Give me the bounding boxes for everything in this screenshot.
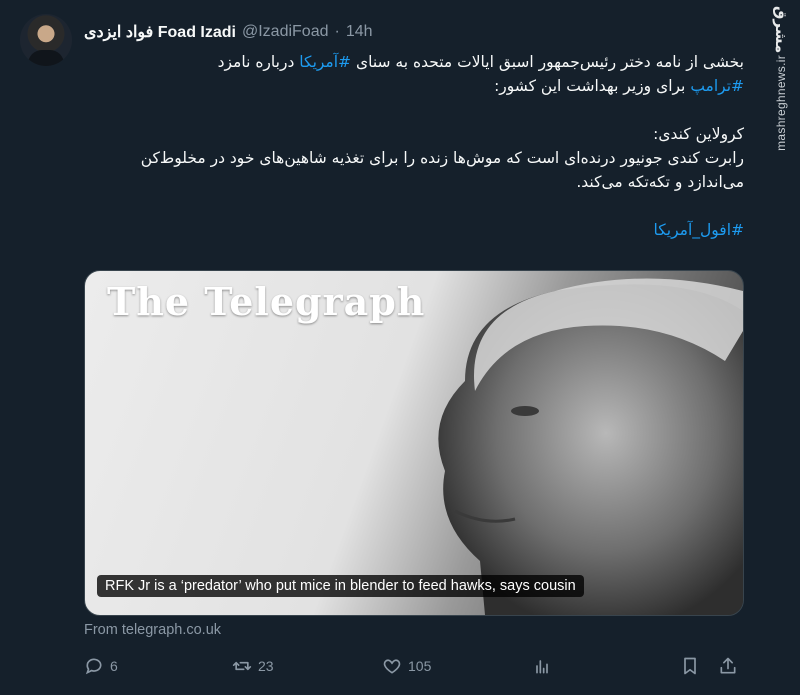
author-handle[interactable]: @IzadiFoad: [242, 23, 329, 41]
bookmark-button[interactable]: [680, 656, 700, 676]
hashtag-trump[interactable]: #ترامپ: [690, 77, 744, 95]
hashtag-decline[interactable]: #افول_آمریکا: [654, 221, 744, 239]
author-name[interactable]: فواد ایزدی Foad Izadi: [84, 22, 236, 42]
bookmark-icon: [684, 657, 696, 675]
views-icon: [536, 660, 548, 674]
tweet-header: فواد ایزدی Foad Izadi @IzadiFoad · 14h: [84, 20, 373, 44]
watermark: مشرق mashreghnews.ir: [764, 6, 798, 186]
separator-dot: ·: [334, 23, 340, 40]
reply-icon: [85, 658, 102, 675]
watermark-logo: مشرق: [772, 6, 790, 54]
views-button[interactable]: [532, 656, 552, 676]
tweet-line-1: بخشی از نامه دختر رئیس‌جمهور اسبق ایالات…: [217, 53, 744, 71]
reply-button[interactable]: 6: [84, 656, 118, 676]
like-count: 105: [408, 658, 432, 674]
link-source[interactable]: From telegraph.co.uk: [84, 622, 221, 638]
tweet-time[interactable]: 14h: [346, 23, 373, 41]
action-bar: 6 23 105: [84, 656, 744, 682]
quote-body: رابرت کندی جونیور درنده‌ای است که موش‌ها…: [140, 149, 744, 191]
retweet-icon: [232, 661, 252, 671]
tweet-line-2: #ترامپ برای وزیر بهداشت این کشور:: [494, 77, 744, 95]
retweet-count: 23: [258, 658, 274, 674]
like-button[interactable]: 105: [382, 656, 431, 676]
telegraph-masthead: The Telegraph: [107, 279, 426, 324]
article-headline[interactable]: RFK Jr is a ‘predator’ who put mice in b…: [97, 575, 584, 597]
link-card[interactable]: The Telegraph RFK Jr is a ‘predator’ who…: [84, 270, 744, 616]
share-button[interactable]: [718, 656, 738, 676]
share-icon: [720, 657, 736, 674]
watermark-site: mashreghnews.ir: [774, 55, 788, 152]
retweet-button[interactable]: 23: [232, 656, 274, 676]
tweet-text: بخشی از نامه دختر رئیس‌جمهور اسبق ایالات…: [84, 50, 744, 242]
reply-count: 6: [110, 658, 118, 674]
avatar[interactable]: [20, 14, 72, 66]
heart-icon: [383, 659, 401, 674]
hashtag-america[interactable]: #آمریکا: [299, 53, 351, 71]
quote-label: کرولاین کندی:: [653, 125, 744, 143]
